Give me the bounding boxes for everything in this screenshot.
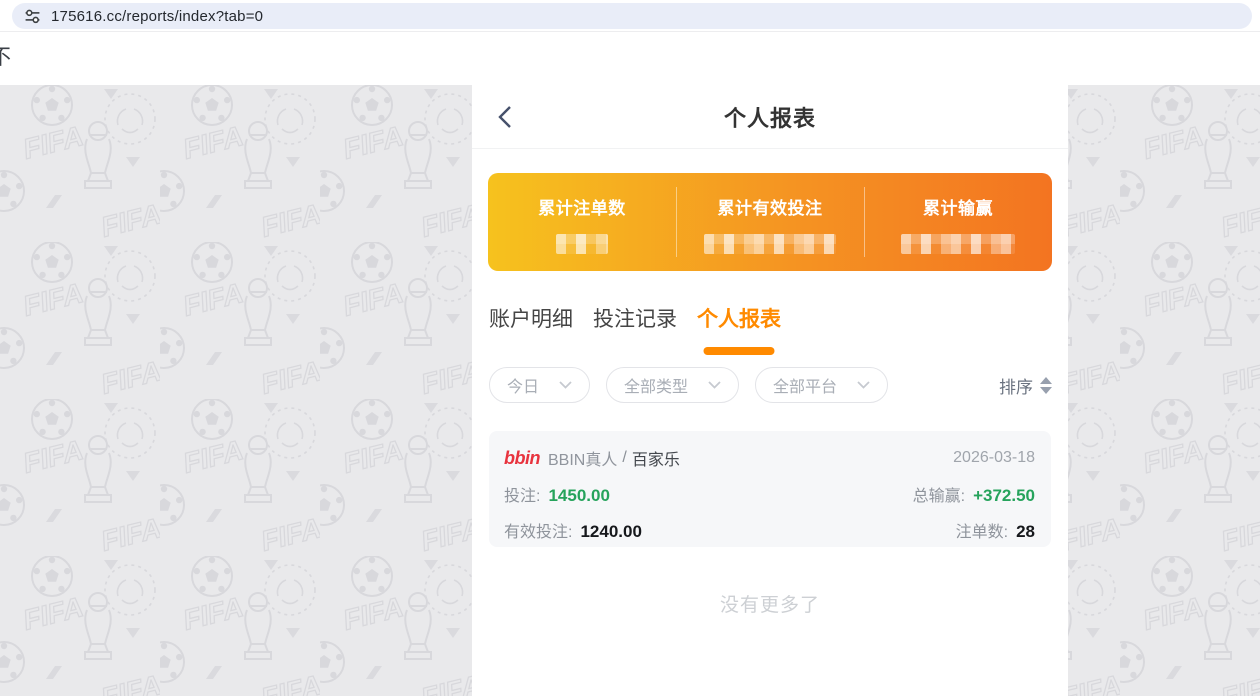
stat-label: 累计注单数 [538, 194, 626, 219]
filter-bar: 今日 全部类型 全部平台 排序 [489, 367, 1052, 403]
filter-label: 今日 [507, 373, 539, 397]
no-more-indicator: 没有更多了 [472, 590, 1068, 617]
valid-bet-value: 1240.00 [580, 522, 641, 542]
chevron-down-icon [708, 381, 721, 389]
chevron-down-icon [559, 381, 572, 389]
record-provider: BBIN真人 [548, 446, 617, 470]
chevron-left-icon [498, 105, 512, 129]
bet-count-value: 28 [1016, 522, 1035, 542]
filter-date-dropdown[interactable]: 今日 [489, 367, 590, 403]
bet-count-label: 注单数: [956, 518, 1008, 542]
stat-label: 累计有效投注 [718, 194, 823, 219]
record-game: 百家乐 [632, 446, 680, 470]
redacted-value [556, 234, 608, 254]
report-record-card[interactable]: bbin BBIN真人 / 百家乐 2026-03-18 投注: 1450.00… [489, 431, 1051, 547]
page-title: 个人报表 [724, 101, 816, 133]
redacted-value [704, 234, 836, 254]
record-row-2: 有效投注: 1240.00 注单数: 28 [504, 518, 1035, 542]
stat-valid-wager: 累计有效投注 [676, 173, 864, 271]
valid-bet-label: 有效投注: [504, 518, 572, 542]
filter-platform-dropdown[interactable]: 全部平台 [755, 367, 888, 403]
tab-bet-records[interactable]: 投注记录 [593, 303, 677, 355]
filter-label: 全部类型 [624, 373, 688, 397]
bet-value: 1450.00 [548, 486, 609, 506]
white-band: 不 [0, 33, 1260, 85]
winloss-label: 总输赢: [913, 482, 965, 506]
record-row-1: 投注: 1450.00 总输赢: +372.50 [504, 482, 1035, 506]
app-panel: 个人报表 累计注单数 累计有效投注 累计输赢 账户明细 投注记录 个人报表 今日… [472, 85, 1068, 696]
stat-label: 累计输赢 [923, 194, 993, 219]
app-header: 个人报表 [472, 85, 1068, 149]
redacted-value [901, 234, 1015, 254]
record-date: 2026-03-18 [953, 449, 1035, 467]
winloss-value: +372.50 [973, 486, 1035, 506]
back-button[interactable] [498, 105, 514, 129]
record-separator: / [622, 449, 626, 467]
stat-win-loss: 累计输赢 [864, 173, 1052, 271]
record-header: bbin BBIN真人 / 百家乐 2026-03-18 [504, 446, 1035, 470]
tab-personal-report[interactable]: 个人报表 [697, 303, 781, 355]
site-info-icon[interactable] [24, 8, 41, 25]
address-bar[interactable]: 175616.cc/reports/index?tab=0 [12, 3, 1252, 29]
summary-stats-card: 累计注单数 累计有效投注 累计输赢 [488, 173, 1052, 271]
url-text[interactable]: 175616.cc/reports/index?tab=0 [51, 8, 263, 25]
sort-label: 排序 [999, 373, 1033, 398]
clipped-text-fragment: 不 [0, 41, 11, 71]
tab-bar: 账户明细 投注记录 个人报表 [489, 303, 781, 355]
filter-type-dropdown[interactable]: 全部类型 [606, 367, 739, 403]
bbin-logo: bbin [504, 448, 540, 469]
sort-arrows-icon [1040, 377, 1052, 394]
filter-label: 全部平台 [773, 373, 837, 397]
sort-control[interactable]: 排序 [999, 373, 1052, 398]
stat-total-bets: 累计注单数 [488, 173, 676, 271]
tab-account-details[interactable]: 账户明细 [489, 303, 573, 355]
browser-toolbar: 175616.cc/reports/index?tab=0 [0, 0, 1260, 32]
bet-label: 投注: [504, 482, 540, 506]
chevron-down-icon [857, 381, 870, 389]
